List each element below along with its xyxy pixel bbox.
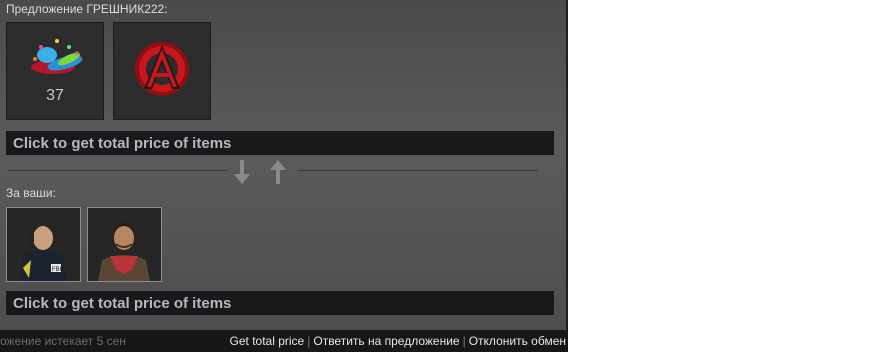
their-item-gift[interactable]: 37 bbox=[6, 22, 104, 120]
separator: | bbox=[307, 334, 311, 348]
decline-offer-link[interactable]: Отклонить обмен bbox=[469, 334, 566, 348]
red-emblem-icon bbox=[135, 42, 189, 96]
svg-text:FBI: FBI bbox=[52, 267, 62, 273]
footer-actions: Get total price | Ответить на предложение |… bbox=[230, 330, 566, 352]
partner-offer-label: Предложение ГРЕШНИК222: bbox=[6, 2, 168, 16]
your-total-price-button[interactable]: Click to get total price of items bbox=[6, 291, 554, 315]
your-item-agent-1[interactable]: FBI bbox=[6, 207, 81, 282]
separator: | bbox=[462, 334, 466, 348]
their-total-price-button[interactable]: Click to get total price of items bbox=[6, 131, 554, 155]
their-item-emblem[interactable] bbox=[113, 22, 211, 120]
bandana-agent-icon bbox=[88, 208, 161, 281]
arrow-up-icon bbox=[270, 160, 286, 184]
divider-right bbox=[298, 170, 538, 171]
divider-left bbox=[8, 170, 228, 171]
expiry-text: ожение истекает 5 сен bbox=[0, 334, 126, 348]
your-item-agent-2[interactable] bbox=[87, 207, 162, 282]
trade-offer-panel: Предложение ГРЕШНИК222: 37 Click to get … bbox=[0, 0, 566, 330]
respond-offer-link[interactable]: Ответить на предложение bbox=[313, 334, 459, 348]
your-items-label: За ваши: bbox=[6, 186, 56, 200]
item-quantity: 37 bbox=[46, 87, 64, 104]
arrow-down-icon bbox=[234, 160, 250, 184]
holiday-gift-icon bbox=[31, 39, 83, 74]
trade-offer-footer: ожение истекает 5 сен Get total price | От… bbox=[0, 330, 568, 352]
fbi-agent-icon: FBI bbox=[7, 208, 80, 281]
get-total-price-link[interactable]: Get total price bbox=[230, 334, 305, 348]
panel-edge bbox=[566, 0, 568, 352]
